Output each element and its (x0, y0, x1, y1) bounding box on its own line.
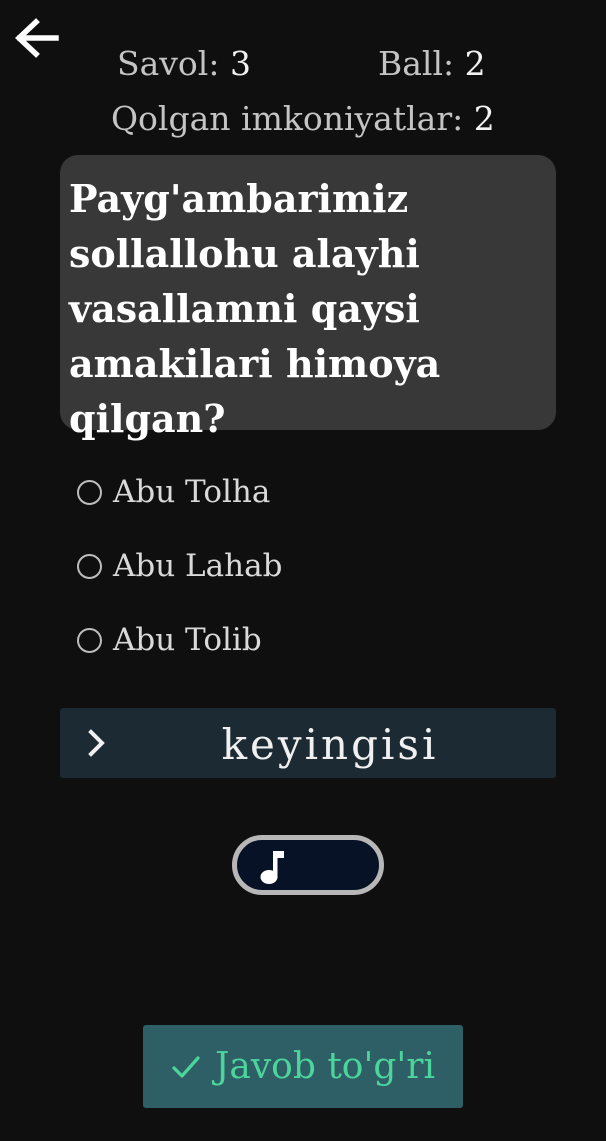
attempts-label: Qolgan imkoniyatlar: (111, 99, 464, 138)
question-card: Payg'ambarimiz sollallohu alayhi vasalla… (60, 155, 556, 441)
checkmark-icon (172, 1055, 200, 1078)
score-value: 2 (464, 44, 486, 83)
radio-button[interactable] (77, 479, 102, 505)
answer-option-label: Abu Tolib (113, 622, 262, 658)
answer-result-badge: Javob to'g'ri (143, 1025, 463, 1108)
radio-button[interactable] (77, 553, 102, 579)
answer-option-label: Abu Tolha (113, 474, 271, 510)
answer-option-2[interactable]: Abu Lahab (76, 546, 282, 586)
attempts-value: 2 (473, 99, 495, 138)
question-counter-label: Savol: (117, 44, 220, 83)
attempts-counter: Qolgan imkoniyatlar: 2 (111, 99, 495, 138)
next-button-label: keyingisi (221, 720, 439, 769)
answer-option-1[interactable]: Abu Tolha (76, 472, 270, 512)
question-counter-value: 3 (229, 44, 251, 83)
answer-option-3[interactable]: Abu Tolib (76, 620, 262, 660)
next-button[interactable]: keyingisi (60, 708, 556, 778)
music-toggle[interactable] (232, 835, 384, 895)
answer-option-label: Abu Lahab (113, 548, 283, 584)
score-label: Ball: (378, 44, 455, 83)
music-note-icon (260, 851, 284, 884)
back-button[interactable] (12, 14, 62, 62)
score-counter: Ball: 2 (378, 44, 486, 83)
arrow-left-icon (14, 18, 59, 58)
question-counter: Savol: 3 (117, 44, 251, 83)
question-text: Payg'ambarimiz sollallohu alayhi vasalla… (69, 176, 441, 441)
radio-button[interactable] (77, 627, 102, 653)
answer-result-label: Javob to'g'ri (214, 1046, 436, 1087)
